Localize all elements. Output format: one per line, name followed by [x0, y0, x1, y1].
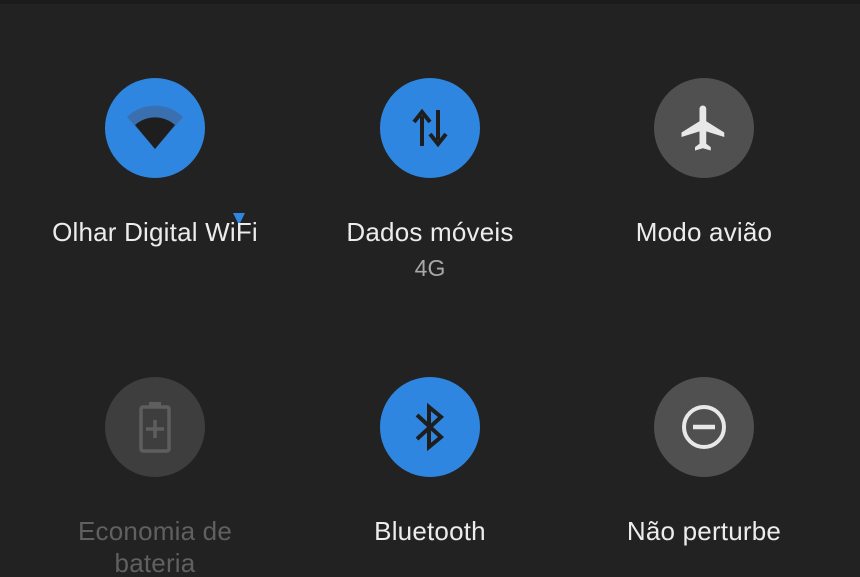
mobile-data-toggle-button[interactable] [380, 78, 480, 178]
tile-battery-saver[interactable]: Economia de bateria [15, 377, 295, 577]
battery-saver-label-line1: Economia de [78, 516, 232, 546]
dnd-toggle-button[interactable] [654, 377, 754, 477]
battery-saver-toggle-button[interactable] [105, 377, 205, 477]
bluetooth-icon [415, 402, 445, 452]
airplane-label: Modo avião [635, 217, 773, 247]
tile-airplane-mode[interactable]: Modo avião [564, 78, 844, 278]
mobile-data-network-type: 4G [414, 255, 446, 281]
tile-bluetooth[interactable]: Bluetooth [290, 377, 570, 577]
battery-saver-label-line2: bateria [114, 548, 196, 577]
data-transfer-icon [412, 108, 448, 148]
tile-mobile-data[interactable]: Dados móveis 4G [290, 78, 570, 288]
do-not-disturb-icon [682, 405, 726, 449]
tile-wifi[interactable]: Olhar Digital WiFi [15, 78, 295, 278]
airplane-toggle-button[interactable] [654, 78, 754, 178]
bluetooth-label: Bluetooth [374, 516, 486, 546]
battery-saver-label: Economia de bateria [15, 515, 295, 577]
battery-plus-icon [139, 402, 171, 453]
quick-settings-panel: Olhar Digital WiFi Dados móveis 4G Modo … [0, 0, 860, 577]
wifi-label: Olhar Digital WiFi [52, 217, 258, 247]
airplane-icon [681, 105, 725, 151]
panel-top-edge [0, 0, 860, 4]
bluetooth-toggle-button[interactable] [380, 377, 480, 477]
wifi-icon [127, 105, 183, 149]
mobile-data-label: Dados móveis [346, 217, 514, 247]
dnd-label: Não perturbe [626, 516, 782, 546]
tile-do-not-disturb[interactable]: Não perturbe [564, 377, 844, 577]
wifi-toggle-button[interactable] [105, 78, 205, 178]
